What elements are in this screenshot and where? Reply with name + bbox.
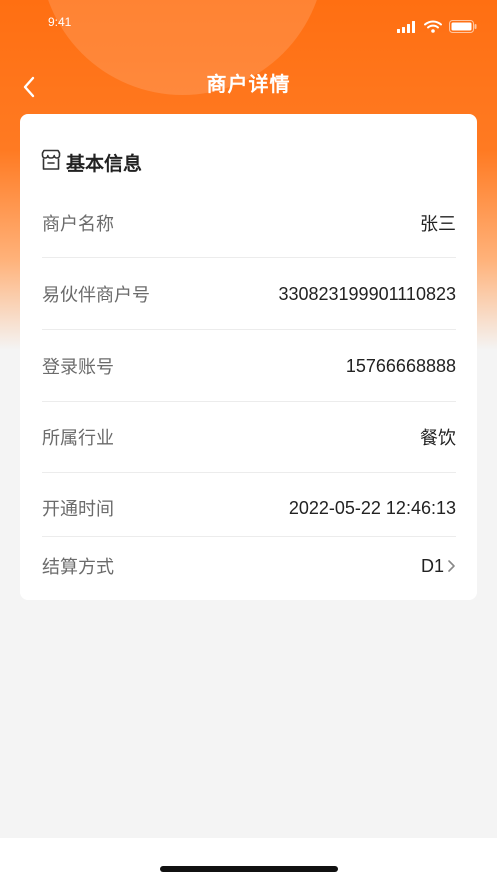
row-label: 所属行业 xyxy=(42,428,114,448)
battery-icon xyxy=(449,20,477,38)
status-icons xyxy=(397,20,477,38)
row-settlement-method[interactable]: 结算方式 D1 xyxy=(42,551,456,581)
divider xyxy=(42,472,456,473)
status-bar: 9:41 xyxy=(0,0,497,44)
row-open-time: 开通时间 2022-05-22 12:46:13 xyxy=(42,493,456,523)
home-area xyxy=(0,838,497,883)
card-title: 基本信息 xyxy=(66,153,143,175)
divider xyxy=(42,536,456,537)
row-label: 结算方式 xyxy=(42,557,114,577)
row-label: 开通时间 xyxy=(42,499,114,519)
home-indicator[interactable] xyxy=(160,866,338,872)
row-label: 易伙伴商户号 xyxy=(42,285,150,305)
card-header: 基本信息 xyxy=(40,148,142,176)
cellular-signal-icon xyxy=(397,20,417,38)
wifi-icon xyxy=(424,20,442,38)
row-value: D1 xyxy=(421,556,456,577)
status-time: 9:41 xyxy=(48,15,72,29)
row-value: 330823199901110823 xyxy=(278,283,456,304)
row-value: 2022-05-22 12:46:13 xyxy=(288,497,456,518)
row-merchant-number: 易伙伴商户号 330823199901110823 xyxy=(42,279,456,309)
basic-info-card: 基本信息 商户名称 张三 易伙伴商户号 330823199901110823 登… xyxy=(20,114,477,600)
navigation-bar: 商户详情 xyxy=(0,60,497,104)
chevron-right-icon xyxy=(447,559,456,573)
row-value: 张三 xyxy=(420,214,456,234)
row-merchant-name: 商户名称 张三 xyxy=(42,208,456,238)
row-industry: 所属行业 餐饮 xyxy=(42,422,456,452)
divider xyxy=(42,401,456,402)
row-value: 餐饮 xyxy=(420,428,456,448)
settlement-value: D1 xyxy=(420,555,444,576)
row-value: 15766668888 xyxy=(345,355,456,376)
merchant-detail-screen: 9:41 商户详情 基本信息 商户名称 张三 易伙伴商户号 3308231999… xyxy=(0,0,497,883)
page-title: 商户详情 xyxy=(206,74,291,96)
divider xyxy=(42,257,456,258)
row-label: 商户名称 xyxy=(42,214,114,234)
row-label: 登录账号 xyxy=(42,357,114,377)
store-icon xyxy=(40,149,62,176)
divider xyxy=(42,329,456,330)
row-login-account: 登录账号 15766668888 xyxy=(42,351,456,381)
